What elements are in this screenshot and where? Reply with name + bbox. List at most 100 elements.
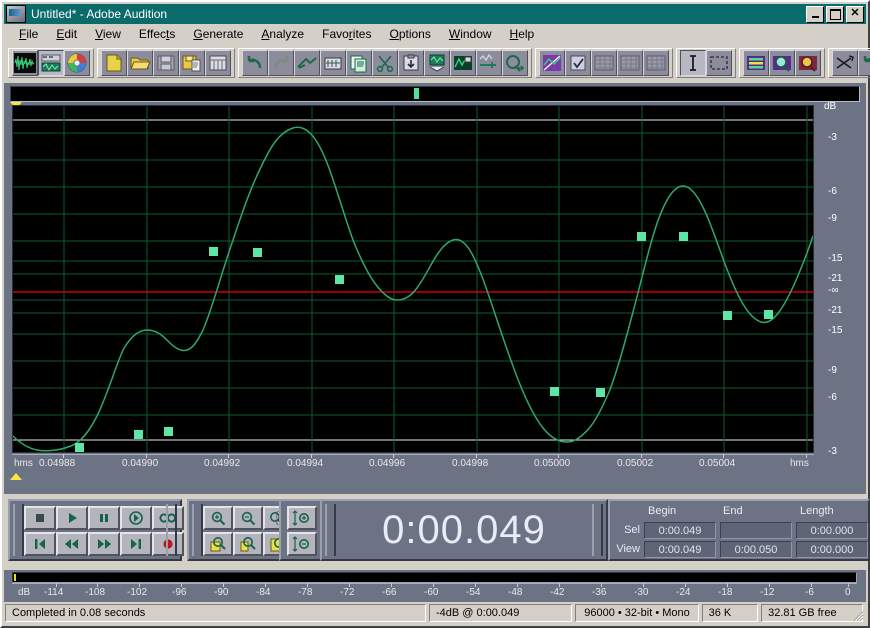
maximize-button[interactable] bbox=[826, 5, 844, 23]
time-display[interactable]: 0:00.049 bbox=[336, 503, 592, 557]
minimize-button[interactable] bbox=[806, 5, 824, 23]
time-tick-label: 0.04992 bbox=[204, 458, 241, 469]
vertical-zoom-panel bbox=[279, 499, 325, 561]
time-tick-label: 0.05002 bbox=[617, 458, 654, 469]
level-meter-clip-indicator[interactable] bbox=[841, 574, 855, 581]
mixer-panel-icon[interactable] bbox=[743, 50, 769, 76]
skip-to-start-button[interactable] bbox=[24, 532, 56, 556]
status-free-space: 32.81 GB free bbox=[761, 604, 863, 622]
menu-generate[interactable]: Generate bbox=[184, 25, 252, 43]
waveform-plot bbox=[13, 106, 813, 452]
time-tick-label: 0.04996 bbox=[369, 458, 406, 469]
spectral-pan-icon[interactable] bbox=[617, 50, 643, 76]
zoom-spectral-icon[interactable] bbox=[769, 50, 795, 76]
time-ruler[interactable]: hms 0.04988 0.04990 0.04992 0.04994 0.04… bbox=[12, 454, 863, 472]
play-to-end-button[interactable] bbox=[120, 506, 152, 530]
menu-edit[interactable]: Edit bbox=[47, 25, 86, 43]
zoom-in-button[interactable] bbox=[203, 506, 233, 530]
menu-analyze[interactable]: Analyze bbox=[252, 25, 313, 43]
sel-end-field[interactable] bbox=[720, 522, 792, 539]
zoom-frequency-icon[interactable] bbox=[795, 50, 821, 76]
menu-view[interactable]: View bbox=[86, 25, 130, 43]
zoom-out-vertical-button[interactable] bbox=[287, 532, 317, 556]
copy-icon[interactable] bbox=[346, 50, 372, 76]
status-file-size: 36 K bbox=[701, 604, 759, 622]
level-tick-label: -78 bbox=[298, 587, 313, 598]
reverse-icon[interactable] bbox=[858, 50, 870, 76]
crossfade-icon[interactable] bbox=[832, 50, 858, 76]
panel-grip-left[interactable] bbox=[13, 504, 24, 556]
view-begin-field[interactable]: 0:00.049 bbox=[644, 541, 716, 558]
trim-icon[interactable] bbox=[424, 50, 450, 76]
time-selection-tool-icon[interactable] bbox=[680, 50, 706, 76]
cd-view-icon[interactable] bbox=[64, 50, 90, 76]
new-file-icon[interactable] bbox=[101, 50, 127, 76]
waveform-display[interactable] bbox=[12, 105, 814, 453]
row-label-view: View bbox=[616, 543, 640, 555]
save-file-icon[interactable] bbox=[153, 50, 179, 76]
adobe-audition-window: Untitled* - Adobe Audition ✕ File Edit V… bbox=[0, 0, 870, 628]
level-tick-label: -48 bbox=[508, 587, 523, 598]
waveform-view-icon[interactable] bbox=[12, 50, 38, 76]
menu-options[interactable]: Options bbox=[380, 25, 439, 43]
time-unit-left: hms bbox=[14, 458, 33, 469]
spectral-frequency-icon[interactable] bbox=[591, 50, 617, 76]
time-tick-label: 0.05000 bbox=[534, 458, 571, 469]
level-tick-label: -24 bbox=[676, 587, 691, 598]
level-meter-fill bbox=[14, 574, 16, 581]
toolbar bbox=[4, 45, 870, 81]
view-end-field[interactable]: 0:00.050 bbox=[720, 541, 792, 558]
zoom-in-vertical-button[interactable] bbox=[287, 506, 317, 530]
undo-icon[interactable] bbox=[242, 50, 268, 76]
pause-button[interactable] bbox=[88, 506, 120, 530]
amplitude-graph-icon[interactable] bbox=[539, 50, 565, 76]
time-panel-grip-right[interactable] bbox=[592, 504, 603, 556]
sel-begin-field[interactable]: 0:00.049 bbox=[644, 522, 716, 539]
save-as-icon[interactable] bbox=[179, 50, 205, 76]
level-meter[interactable] bbox=[12, 572, 857, 583]
menu-help[interactable]: Help bbox=[501, 25, 544, 43]
menu-window[interactable]: Window bbox=[440, 25, 501, 43]
db-tick-label: -9 bbox=[828, 365, 837, 376]
fast-forward-button[interactable] bbox=[88, 532, 120, 556]
column-header-length: Length bbox=[800, 505, 834, 517]
menu-effects[interactable]: Effects bbox=[130, 25, 184, 43]
menu-favorites[interactable]: Favorites bbox=[313, 25, 380, 43]
transport-bar: 0:00.049 Begin End Length Sel 0:00.049 0… bbox=[4, 496, 870, 568]
time-tick-label: 0.04988 bbox=[39, 458, 76, 469]
panel-grip-right[interactable] bbox=[166, 504, 177, 556]
stop-button[interactable] bbox=[24, 506, 56, 530]
multitrack-view-icon[interactable] bbox=[38, 50, 64, 76]
menu-file[interactable]: File bbox=[10, 25, 47, 43]
zoom-panel-grip-left[interactable] bbox=[192, 504, 203, 556]
mix-paste-icon[interactable] bbox=[320, 50, 346, 76]
waveform-edit-icon[interactable] bbox=[450, 50, 476, 76]
rewind-button[interactable] bbox=[56, 532, 88, 556]
close-session-icon[interactable] bbox=[205, 50, 231, 76]
spectral-phase-icon[interactable] bbox=[643, 50, 669, 76]
open-file-icon[interactable] bbox=[127, 50, 153, 76]
selection-view-panel: Begin End Length Sel 0:00.049 0:00.000 V… bbox=[608, 499, 870, 561]
close-button[interactable]: ✕ bbox=[846, 5, 864, 23]
checkbox-option-icon[interactable] bbox=[565, 50, 591, 76]
view-length-field[interactable]: 0:00.000 bbox=[796, 541, 868, 558]
convert-sample-type-icon[interactable] bbox=[502, 50, 528, 76]
paste-icon[interactable] bbox=[398, 50, 424, 76]
zoom-out-button[interactable] bbox=[233, 506, 263, 530]
resize-grip[interactable] bbox=[850, 608, 864, 622]
scissors-cut-icon[interactable] bbox=[372, 50, 398, 76]
time-tick-label: 0.04998 bbox=[452, 458, 489, 469]
marquee-selection-tool-icon[interactable] bbox=[706, 50, 732, 76]
play-button[interactable] bbox=[56, 506, 88, 530]
sel-length-field[interactable]: 0:00.000 bbox=[796, 522, 868, 539]
zoom-sel-left-button[interactable] bbox=[203, 532, 233, 556]
skip-to-end-button[interactable] bbox=[120, 532, 152, 556]
cut-tool-icon[interactable] bbox=[294, 50, 320, 76]
horizontal-scrollbar[interactable] bbox=[10, 86, 860, 102]
time-panel-grip-left[interactable] bbox=[325, 504, 336, 556]
db-tick-label: -∞ bbox=[828, 285, 839, 296]
noise-reduction-icon[interactable] bbox=[476, 50, 502, 76]
redo-icon[interactable] bbox=[268, 50, 294, 76]
zoom-sel-button[interactable] bbox=[233, 532, 263, 556]
scrollbar-thumb[interactable] bbox=[414, 88, 419, 99]
